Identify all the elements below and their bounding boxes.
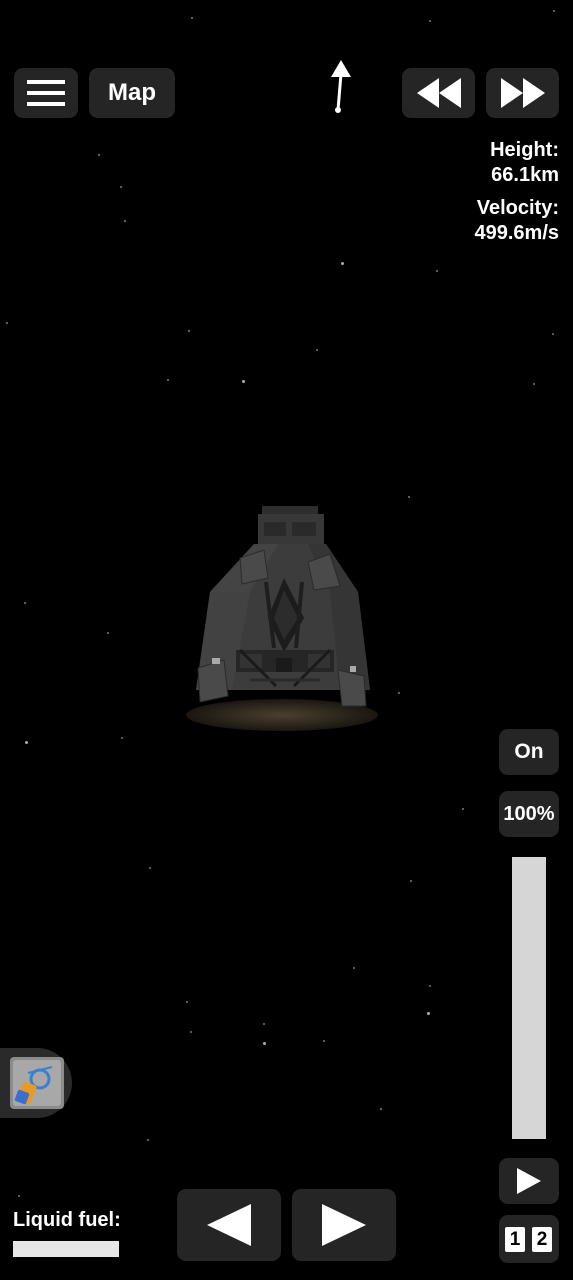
map-button[interactable]: Map xyxy=(89,68,175,118)
height-value: 66.1km xyxy=(491,164,559,186)
height-label: Height: xyxy=(490,139,559,161)
rewind-icon xyxy=(416,78,461,108)
throttle-percent-button[interactable]: 100% xyxy=(499,791,559,837)
velocity-readout: Velocity: 499.6m/s xyxy=(474,196,559,246)
velocity-value: 499.6m/s xyxy=(474,222,559,244)
throttle-slider[interactable] xyxy=(512,857,546,1139)
rotate-left-arrow-icon xyxy=(207,1204,251,1246)
stage-2-box[interactable]: 2 xyxy=(532,1227,552,1252)
fuel-level xyxy=(13,1241,119,1257)
hamburger-menu-icon xyxy=(27,80,65,106)
part-toggle-icon xyxy=(10,1057,64,1109)
fuel-bar xyxy=(13,1241,119,1257)
throttle-percent-label: 100% xyxy=(503,802,555,825)
rotate-left-button[interactable] xyxy=(177,1189,281,1261)
rotate-right-arrow-icon xyxy=(322,1204,366,1246)
direction-arrow-icon xyxy=(331,60,351,113)
play-icon xyxy=(517,1168,541,1194)
engine-toggle-label: On xyxy=(514,740,544,763)
menu-button[interactable] xyxy=(14,68,78,118)
stage-1-box[interactable]: 1 xyxy=(505,1227,525,1252)
velocity-label: Velocity: xyxy=(476,197,559,219)
rotate-right-button[interactable] xyxy=(292,1189,396,1261)
fuel-label: Liquid fuel: xyxy=(13,1209,121,1231)
engine-toggle-button[interactable]: On xyxy=(499,729,559,775)
height-readout: Height: 66.1km xyxy=(490,138,559,188)
fast-forward-icon xyxy=(500,78,545,108)
rewind-button[interactable] xyxy=(402,68,475,118)
play-button[interactable] xyxy=(499,1158,559,1204)
part-toggle-button[interactable] xyxy=(0,1048,72,1118)
throttle-level xyxy=(512,857,546,1139)
map-button-label: Map xyxy=(108,79,156,106)
space-capsule xyxy=(186,506,378,731)
fast-forward-button[interactable] xyxy=(486,68,559,118)
